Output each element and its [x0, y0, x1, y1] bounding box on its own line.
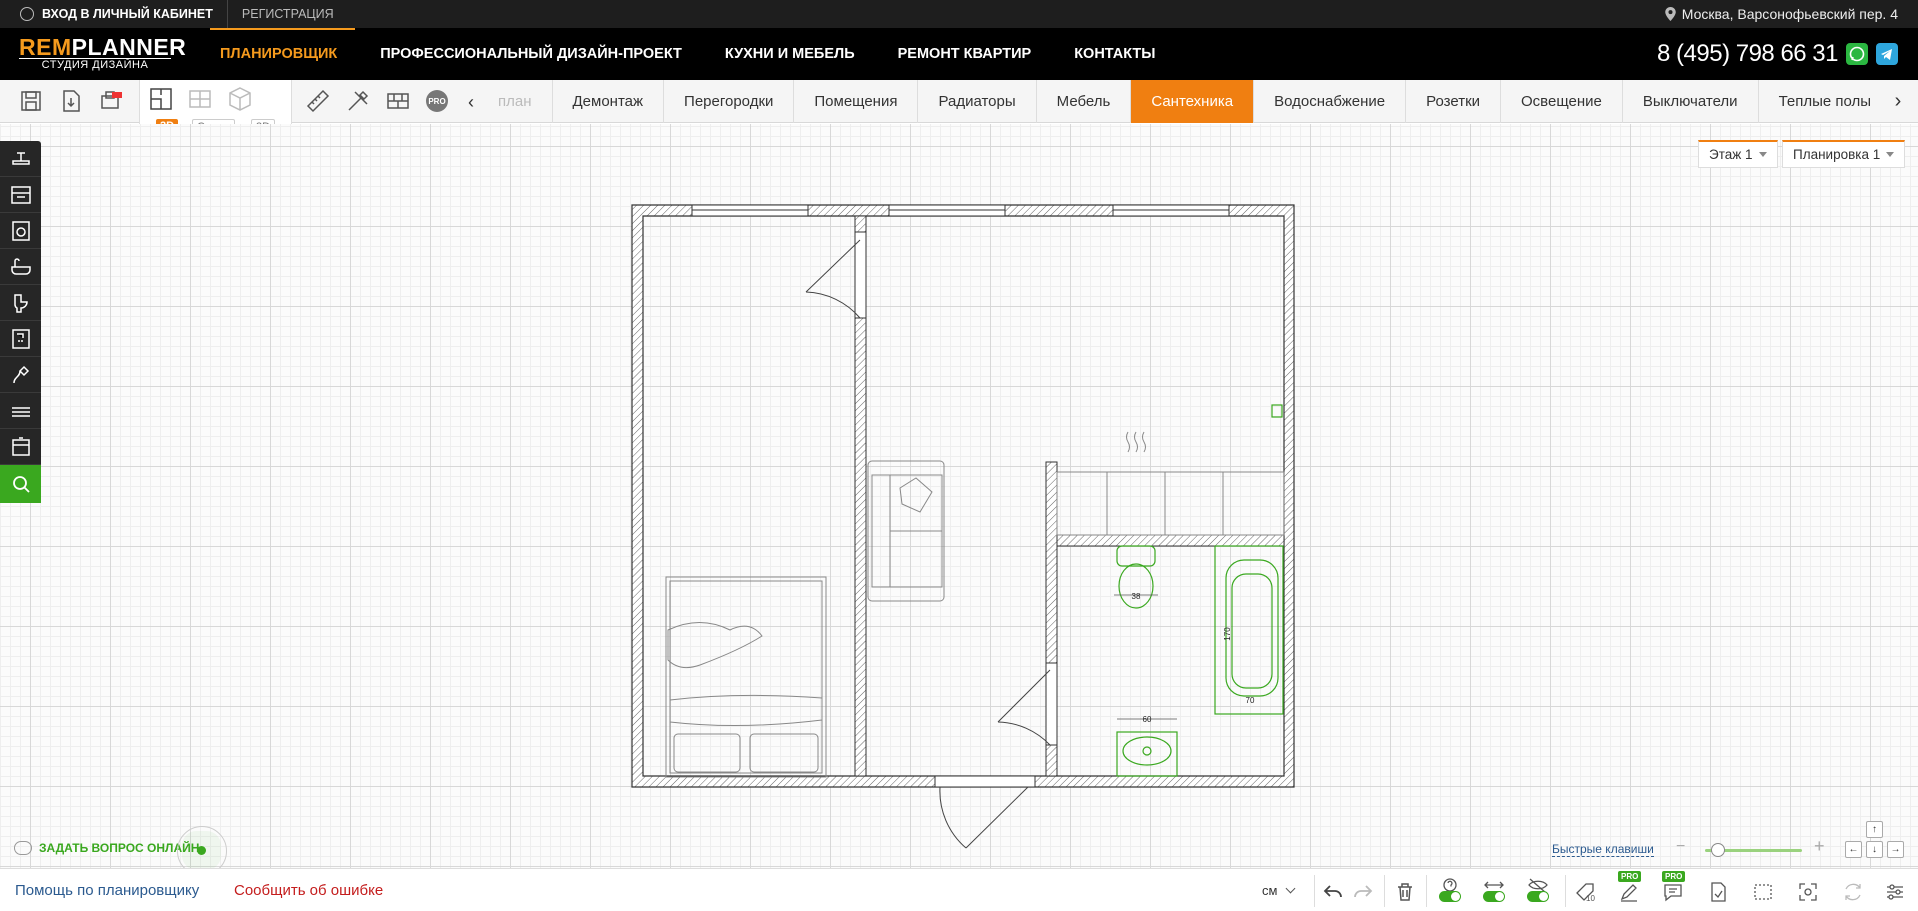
divider	[1384, 875, 1385, 907]
palette-toilet[interactable]	[0, 285, 41, 321]
mirror-cabinet-icon	[11, 436, 30, 456]
bottom-bar: Помощь по планировщику Сообщить об ошибк…	[0, 868, 1918, 911]
bath-width-dimension: 70	[1246, 696, 1255, 705]
towel-rail-icon	[11, 406, 30, 417]
svg-text:10: 10	[1586, 894, 1595, 903]
cabinet-icon	[10, 185, 31, 204]
pan-down-arrow-icon[interactable]: ↓	[1866, 841, 1883, 858]
pro-badge: PRO	[1618, 871, 1642, 882]
pan-left-arrow-icon[interactable]: ←	[1845, 841, 1862, 858]
bed	[665, 576, 827, 778]
sofa	[867, 460, 945, 602]
dimensions-toggle[interactable]	[1483, 891, 1505, 902]
online-indicator	[197, 846, 206, 855]
zoom-in-icon[interactable]: +	[1814, 836, 1825, 857]
units-select[interactable]: см	[1262, 883, 1296, 898]
divider	[1426, 875, 1427, 907]
hose-icon	[12, 365, 29, 383]
fit-screen-icon[interactable]	[1793, 877, 1823, 907]
palette-cabinet[interactable]	[0, 177, 41, 213]
bath-length-dimension: 170	[1223, 627, 1232, 641]
search-icon	[12, 476, 30, 493]
outlet-marker	[1271, 404, 1283, 418]
settings-sliders-icon[interactable]	[1880, 877, 1910, 907]
floor-select-value: Этаж 1	[1709, 147, 1753, 162]
hints-toggle[interactable]	[1439, 891, 1461, 902]
planner-help-link[interactable]: Помощь по планировщику	[15, 882, 199, 899]
edit-pro-icon[interactable]: PRO	[1614, 871, 1644, 907]
layout-select[interactable]: Планировка 1	[1782, 140, 1906, 168]
tag-size-icon[interactable]: 10	[1570, 877, 1600, 907]
bath-wall-horizontal	[1056, 534, 1285, 547]
toilet-dimension: 38	[1132, 592, 1141, 601]
palette-sink-tap[interactable]	[0, 141, 41, 177]
redo-icon[interactable]	[1348, 877, 1378, 907]
ask-question-label: ЗАДАТЬ ВОПРОС ОНЛАЙН	[39, 841, 200, 855]
chevron-down-icon	[1758, 152, 1767, 157]
palette-hose[interactable]	[0, 357, 41, 393]
palette-bathtub[interactable]	[0, 249, 41, 285]
floor-plan[interactable]: 38 170 70 60	[0, 0, 1918, 868]
rotate-icon[interactable]	[1838, 877, 1868, 907]
hotkeys-link[interactable]: Быстрые клавиши	[1552, 842, 1654, 857]
units-value: см	[1262, 883, 1278, 898]
shower-icon	[11, 328, 30, 349]
palette-shower[interactable]	[0, 321, 41, 357]
tap-icon	[11, 151, 30, 165]
visibility-toggle[interactable]	[1527, 891, 1549, 902]
pan-up-arrow-icon[interactable]: ↑	[1866, 821, 1883, 838]
palette-washing-machine[interactable]	[0, 213, 41, 249]
ask-question-online[interactable]: ЗАДАТЬ ВОПРОС ОНЛАЙН	[14, 841, 199, 855]
chevron-down-icon	[1285, 883, 1296, 894]
toilet-icon	[13, 293, 28, 313]
zoom-slider-handle[interactable]	[1711, 843, 1725, 857]
kitchen-counter	[1056, 431, 1285, 536]
chat-bubble-icon	[14, 841, 32, 855]
outer-walls	[631, 204, 1295, 788]
bathtub-icon	[10, 257, 31, 275]
pro-badge: PRO	[1662, 871, 1686, 882]
sink	[1116, 731, 1178, 777]
sink-dimension: 60	[1143, 715, 1152, 724]
select-area-icon[interactable]	[1748, 877, 1778, 907]
comments-pro-icon[interactable]: PRO	[1658, 871, 1688, 907]
palette-mirror-cabinet[interactable]	[0, 429, 41, 465]
divider	[1314, 875, 1315, 907]
document-icon[interactable]	[1703, 877, 1733, 907]
divider	[1565, 875, 1566, 907]
plumbing-palette	[0, 141, 41, 503]
trash-icon[interactable]	[1390, 877, 1420, 907]
palette-search[interactable]	[0, 465, 41, 503]
layout-select-value: Планировка 1	[1793, 147, 1881, 162]
floor-select[interactable]: Этаж 1	[1698, 140, 1778, 168]
undo-icon[interactable]	[1318, 877, 1348, 907]
chevron-down-icon	[1886, 152, 1895, 157]
pan-right-arrow-icon[interactable]: →	[1887, 841, 1904, 858]
zoom-out-icon[interactable]: −	[1676, 838, 1685, 856]
washing-machine-icon	[11, 220, 30, 241]
palette-towel-rail[interactable]	[0, 393, 41, 429]
report-bug-link[interactable]: Сообщить об ошибке	[234, 882, 383, 899]
